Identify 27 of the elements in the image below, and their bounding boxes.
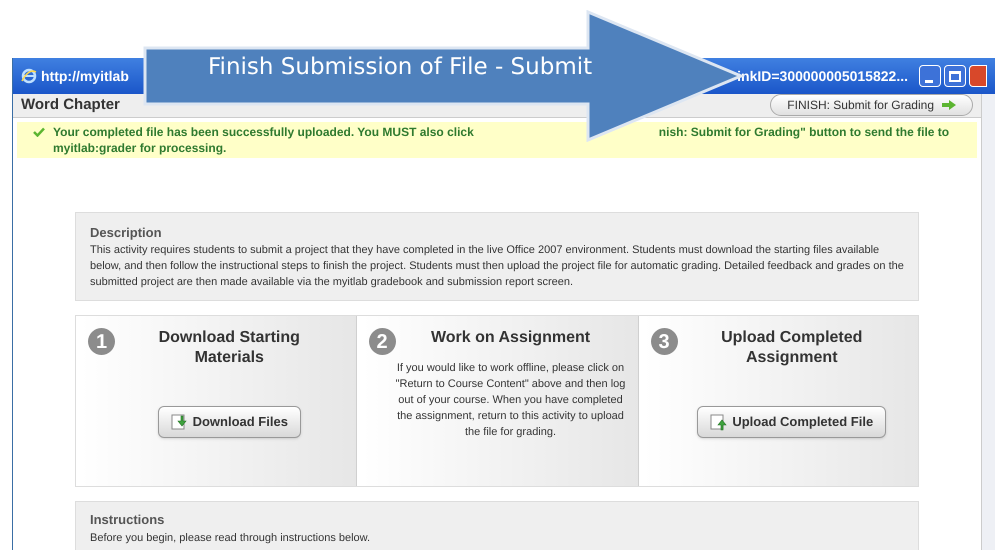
upload-icon (710, 413, 728, 431)
arrow-icon (942, 100, 956, 110)
instructions-heading: Instructions (90, 511, 166, 529)
step-text: If you would like to work offline, please click on "Return to Course Content" above and then log out of your course. When you have completed the assignment, return to this activity to upload the file for grading. (396, 361, 626, 440)
step-title: Download Starting Materials (158, 328, 301, 368)
check-icon (33, 126, 45, 136)
step-button[interactable]: Download Files (158, 406, 301, 438)
step-number: 1 (88, 328, 115, 355)
step-number: 2 (368, 328, 396, 355)
close-button[interactable] (969, 65, 987, 87)
notice-text: Your completed file has been successfully uploaded. You MUST also click nish: Submit for Grading" button to send the file to myitlab:grader for processing. (53, 124, 950, 156)
step-button[interactable]: Upload Completed File (697, 406, 886, 438)
step-number: 3 (650, 328, 678, 355)
instructions-text: Before you begin, please read through instructions below. (90, 530, 372, 546)
window-title: http://myitlab (41, 66, 129, 86)
download-icon (170, 413, 189, 431)
maximize-button[interactable] (944, 65, 966, 87)
description-heading: Description (90, 224, 163, 242)
minimize-button[interactable] (919, 65, 941, 87)
step-title: Work on Assignment (430, 328, 592, 348)
browser-icon (21, 68, 37, 84)
description-text: This activity requires students to submit a project that they have completed in the live Office 2007 environment. Students must download the starting files available below, and then follow the instructional steps to finish the project. Students must then upload the project file for automatic grading. Detailed feedback and grades on the submitted project are then made available via the myitlab gradebook and submission report screen. (90, 243, 904, 290)
finish-button[interactable]: FINISH: Submit for Grading (770, 94, 973, 116)
window-title: inkID=300000005015822... (737, 66, 908, 86)
page-title: Word Chapter (21, 95, 120, 115)
step-title: Upload Completed Assignment (720, 328, 864, 368)
callout-text: Finish Submission of File - Submit (208, 53, 592, 82)
